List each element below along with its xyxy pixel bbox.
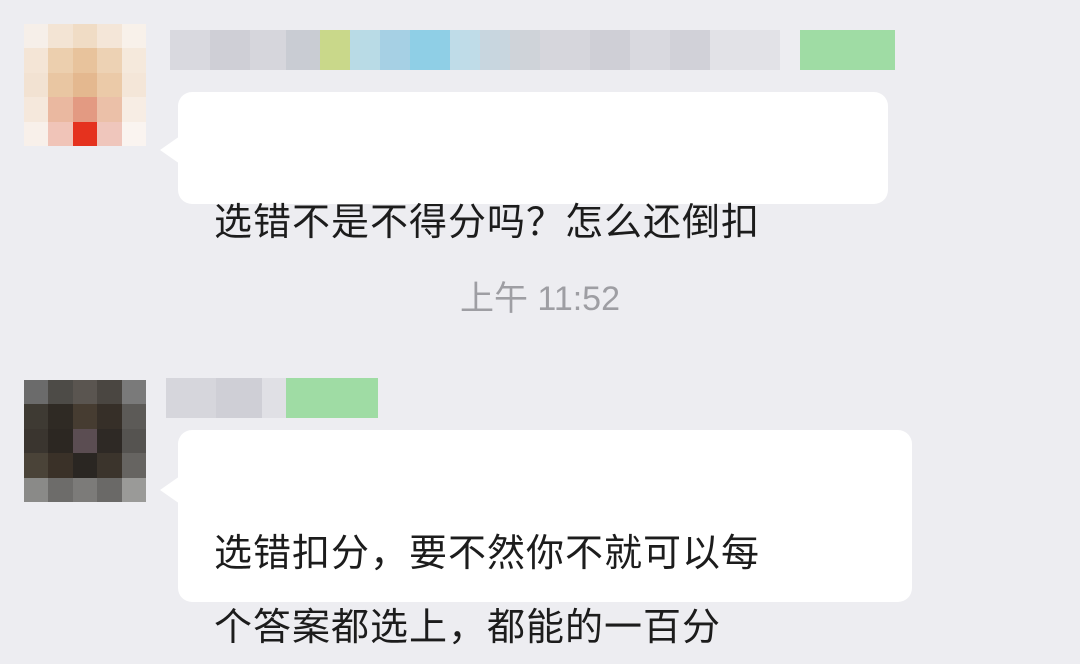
sender-name-blurred bbox=[166, 378, 378, 418]
avatar-sender-2[interactable] bbox=[24, 380, 146, 502]
message-bubble[interactable]: 选错扣分，要不然你不就可以每 个答案都选上，都能的一百分 bbox=[178, 430, 912, 649]
bubble-tail bbox=[160, 476, 180, 504]
chat-message-2: 选错扣分，要不然你不就可以每 个答案都选上，都能的一百分 bbox=[0, 0, 1080, 649]
message-text: 选错扣分，要不然你不就可以每 个答案都选上，都能的一百分 bbox=[214, 531, 761, 649]
